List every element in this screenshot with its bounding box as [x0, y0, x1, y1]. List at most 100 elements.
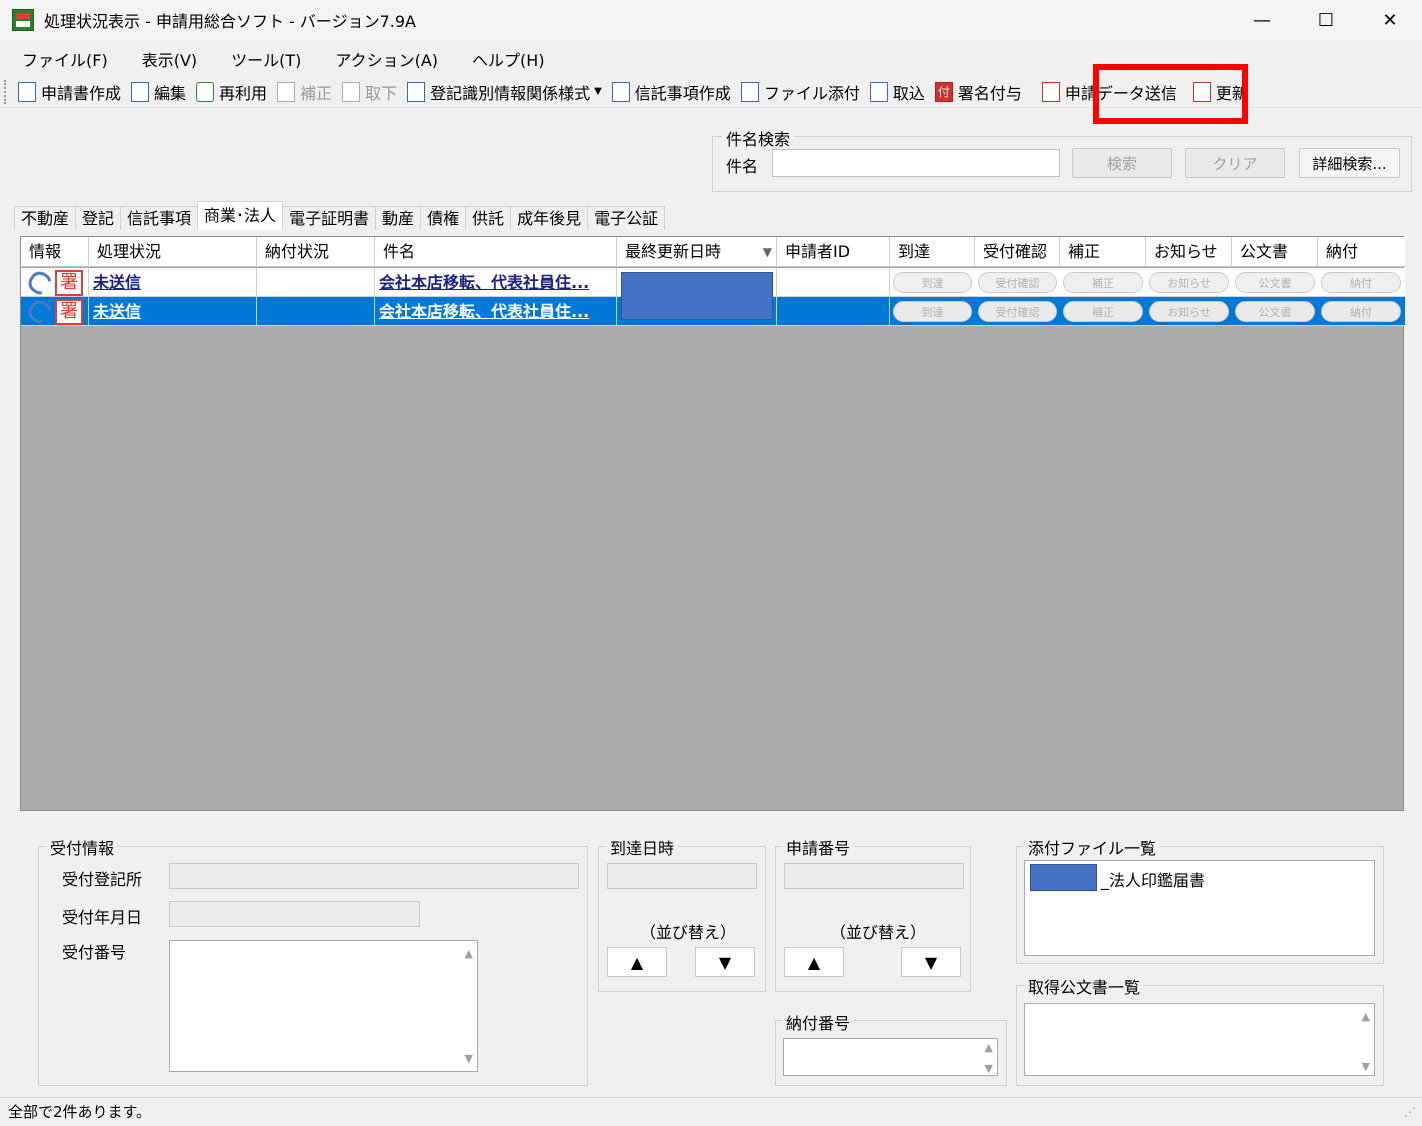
info-cell: 署 [21, 297, 89, 326]
sort-arrow-icon: ▼ [762, 245, 772, 259]
chevron-down-icon: ▼ [594, 86, 602, 97]
tab-e-certificate[interactable]: 電子証明書 [282, 206, 377, 230]
application-number-title: 申請番号 [782, 835, 855, 859]
application-number-field [784, 863, 964, 889]
official-doc-button[interactable]: 公文書 [1235, 301, 1315, 322]
tab-registration[interactable]: 登記 [75, 206, 122, 230]
payment-button[interactable]: 納付 [1321, 301, 1401, 322]
arrival-date-title: 到達日時 [606, 835, 679, 859]
import-button[interactable]: 取込 [869, 80, 925, 104]
menu-action[interactable]: アクション(A) [313, 47, 450, 71]
close-button[interactable]: ✕ [1358, 0, 1422, 40]
col-subject[interactable]: 件名 [375, 237, 617, 267]
attach-file-button[interactable]: ファイル添付 [740, 80, 860, 104]
seal-icon: 署 [55, 270, 83, 296]
col-info[interactable]: 情報 [21, 237, 89, 267]
withdraw-icon [342, 81, 361, 102]
arrival-date-field [607, 863, 757, 889]
status-cell[interactable]: 未送信 [89, 268, 257, 297]
tab-deposit[interactable]: 供託 [465, 206, 512, 230]
application-sort-up-button[interactable]: ▲ [784, 947, 844, 977]
receipt-confirm-button[interactable]: 受付確認 [978, 301, 1057, 322]
search-button[interactable]: 検索 [1072, 148, 1172, 178]
tab-guardianship[interactable]: 成年後見 [510, 206, 589, 230]
sign-button[interactable]: 付署名付与 [934, 80, 1022, 104]
tab-movables[interactable]: 動産 [375, 206, 422, 230]
status-cell[interactable]: 未送信 [89, 297, 257, 326]
app-icon [12, 9, 34, 31]
payment-number-textarea[interactable]: ▲ ▼ [783, 1038, 998, 1076]
amend-row-button[interactable]: 補正 [1063, 301, 1143, 322]
arrival-button[interactable]: 到達 [893, 301, 972, 322]
scroll-up-icon[interactable]: ▲ [1362, 1010, 1370, 1023]
scroll-up-icon[interactable]: ▲ [465, 947, 473, 960]
arrival-sort-up-button[interactable]: ▲ [607, 947, 667, 977]
tab-e-notary[interactable]: 電子公証 [587, 206, 666, 230]
tab-commercial-corporate[interactable]: 商業･法人 [197, 201, 284, 230]
tab-receivables[interactable]: 債権 [420, 206, 467, 230]
receipt-number-textarea[interactable]: ▲ ▼ [169, 940, 478, 1072]
subject-label: 件名 [726, 157, 759, 176]
notice-button[interactable]: お知らせ [1149, 301, 1229, 322]
arrival-sort-label: （並び替え） [640, 923, 737, 942]
recycle-icon [196, 81, 215, 102]
minimize-button[interactable]: — [1230, 0, 1294, 40]
reuse-button[interactable]: 再利用 [196, 80, 267, 104]
col-payment-status[interactable]: 納付状況 [257, 237, 375, 267]
form-icon [407, 81, 426, 102]
arrival-sort-down-button[interactable]: ▼ [695, 947, 755, 977]
paperclip-icon [740, 81, 759, 102]
col-receipt-confirm[interactable]: 受付確認 [975, 237, 1060, 267]
col-payment[interactable]: 納付 [1318, 237, 1405, 267]
application-sort-down-button[interactable]: ▼ [901, 947, 961, 977]
col-applicant-id[interactable]: 申請者ID [777, 237, 890, 267]
seal-icon: 署 [55, 299, 83, 325]
attached-files-list[interactable]: _法人印鑑届書 [1024, 860, 1375, 956]
maximize-button[interactable]: ☐ [1294, 0, 1358, 40]
col-official-doc[interactable]: 公文書 [1232, 237, 1318, 267]
scroll-down-icon[interactable]: ▼ [1362, 1060, 1370, 1073]
clear-button[interactable]: クリア [1185, 148, 1285, 178]
menu-view[interactable]: 表示(V) [120, 47, 209, 71]
arrival-button[interactable]: 到達 [893, 272, 972, 293]
receipt-date-label: 受付年月日 [62, 908, 143, 927]
receipt-office-label: 受付登記所 [62, 870, 143, 889]
subject-cell[interactable]: 会社本店移転、代表社員住... [375, 268, 617, 297]
toolbar-grip[interactable] [4, 79, 12, 104]
withdraw-button[interactable]: 取下 [342, 80, 397, 104]
paperclip-icon [24, 268, 56, 297]
subject-cell[interactable]: 会社本店移転、代表社員住... [375, 297, 617, 326]
create-application-button[interactable]: 申請書作成 [18, 80, 121, 104]
menu-file[interactable]: ファイル(F) [0, 47, 120, 71]
col-notice[interactable]: お知らせ [1146, 237, 1232, 267]
edit-button[interactable]: 編集 [131, 80, 186, 104]
scroll-down-icon[interactable]: ▼ [985, 1062, 993, 1075]
official-doc-button[interactable]: 公文書 [1235, 272, 1315, 293]
col-status[interactable]: 処理状況 [89, 237, 257, 267]
amend-button[interactable]: 補正 [277, 80, 332, 104]
col-arrival[interactable]: 到達 [890, 237, 975, 267]
receipt-confirm-button[interactable]: 受付確認 [978, 272, 1057, 293]
resize-grip-icon[interactable]: ⋰ [1404, 1098, 1416, 1126]
payment-button[interactable]: 納付 [1321, 272, 1401, 293]
status-text: 全部で2件あります。 [8, 1103, 152, 1121]
tab-trust[interactable]: 信託事項 [120, 206, 199, 230]
list-item[interactable]: _法人印鑑届書 [1101, 867, 1205, 891]
tab-real-estate[interactable]: 不動産 [14, 206, 77, 230]
scroll-up-icon[interactable]: ▲ [985, 1041, 993, 1054]
send-application-data-button[interactable]: 申請データ送信 [1041, 80, 1177, 104]
advanced-search-button[interactable]: 詳細検索... [1299, 148, 1400, 178]
refresh-button[interactable]: 更新 [1192, 80, 1248, 104]
menu-help[interactable]: ヘルプ(H) [450, 47, 557, 71]
form-dropdown-button[interactable]: 登記識別情報関係様式 ▼ [407, 80, 602, 104]
scroll-down-icon[interactable]: ▼ [465, 1052, 473, 1065]
paperclip-icon [24, 297, 56, 326]
col-last-updated[interactable]: 最終更新日時 ▼ [617, 237, 777, 267]
trust-items-button[interactable]: 信託事項作成 [611, 80, 731, 104]
notice-button[interactable]: お知らせ [1149, 272, 1229, 293]
col-amend[interactable]: 補正 [1060, 237, 1146, 267]
amend-row-button[interactable]: 補正 [1063, 272, 1143, 293]
official-docs-list[interactable]: ▲ ▼ [1024, 1003, 1375, 1076]
menu-tools[interactable]: ツール(T) [209, 47, 313, 71]
subject-search-input[interactable] [772, 149, 1060, 177]
